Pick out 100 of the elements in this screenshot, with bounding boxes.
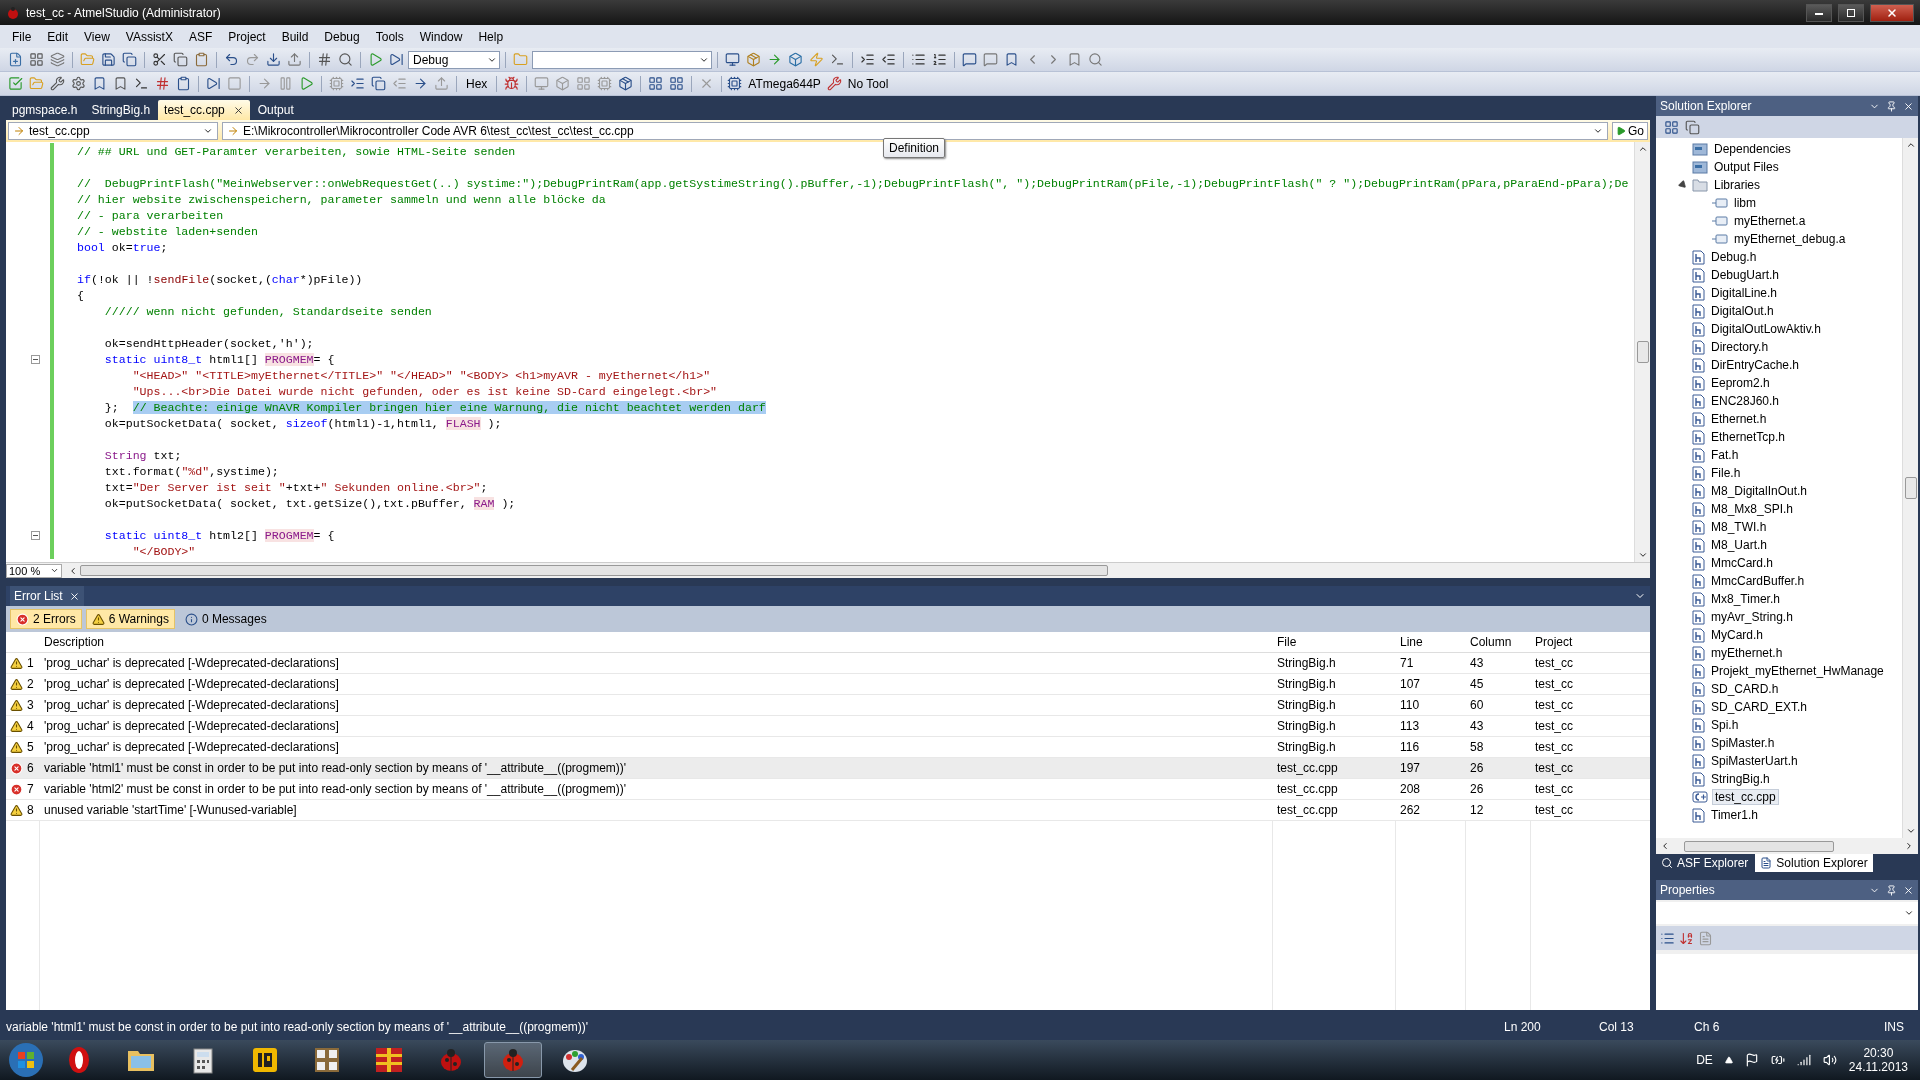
copy-icon[interactable] [173, 52, 188, 67]
menu-item[interactable]: Debug [316, 27, 368, 46]
collapse-icon[interactable] [30, 530, 40, 540]
menu-item[interactable]: View [76, 27, 118, 46]
bug-icon[interactable] [504, 76, 520, 91]
path-dropdown[interactable]: E:\Mikrocontroller\Mikrocontroller Code AVR 6\test_cc\test_cc\test_cc.cpp [222, 122, 1608, 140]
flag-icon[interactable] [1744, 1053, 1759, 1067]
close-icon[interactable] [1903, 884, 1914, 896]
collapse-icon[interactable] [30, 354, 40, 364]
tree-item[interactable]: myEthernet.h [1709, 646, 1785, 660]
save-icon[interactable] [101, 52, 116, 67]
maximize-icon[interactable] [1847, 8, 1855, 17]
tree-item[interactable]: DirEntryCache.h [1709, 358, 1802, 372]
document-tab[interactable]: pgmspace.h [6, 100, 84, 120]
tree-item[interactable]: myEthernet_debug.a [1732, 232, 1848, 246]
maximize-button[interactable] [1838, 3, 1864, 22]
column-header[interactable]: Description [40, 635, 1273, 649]
box-icon[interactable] [788, 52, 803, 67]
platform-dropdown[interactable] [532, 50, 712, 69]
scroll-down-icon[interactable] [1905, 826, 1916, 836]
error-row[interactable]: 6 variable 'html1' must be const in order to be put into read-only section by means of '__attribute__((progmem))' test_cc.cpp 197 26 test_cc [6, 758, 1650, 779]
indent-icon[interactable] [350, 76, 365, 91]
bookmark-icon[interactable] [1004, 52, 1019, 67]
grid-icon[interactable] [29, 52, 44, 67]
close-icon[interactable] [1886, 6, 1898, 19]
numbered-list-icon[interactable] [932, 52, 947, 67]
archive-icon[interactable] [374, 1046, 404, 1074]
clock-time[interactable]: 20:30 [1863, 1046, 1894, 1060]
tree-item[interactable]: DigitalOut.h [1709, 304, 1776, 318]
clipboard-icon[interactable] [194, 52, 209, 67]
tree-item[interactable]: MmcCard.h [1709, 556, 1775, 570]
tree-item[interactable]: MmcCardBuffer.h [1709, 574, 1807, 588]
tree-item[interactable]: SD_CARD_EXT.h [1709, 700, 1810, 714]
comment-icon[interactable] [983, 52, 998, 67]
package-icon[interactable] [746, 52, 761, 67]
column-header[interactable]: Line [1396, 635, 1466, 649]
scroll-left-icon[interactable] [1660, 841, 1670, 851]
bookmark-icon[interactable] [92, 76, 107, 91]
volume-icon[interactable] [1822, 1053, 1837, 1067]
go-button[interactable]: Go [1612, 122, 1648, 140]
scroll-up-icon[interactable] [1905, 140, 1916, 150]
search-icon[interactable] [1661, 857, 1673, 869]
menu-item[interactable]: Build [273, 27, 317, 46]
tree-item[interactable]: Dependencies [1712, 142, 1793, 156]
configuration-dropdown[interactable]: Debug [408, 50, 500, 69]
power-icon[interactable] [1770, 1053, 1785, 1067]
scroll-thumb[interactable] [1684, 840, 1834, 852]
list-icon[interactable] [911, 52, 926, 67]
tree-item[interactable]: SpiMaster.h [1709, 736, 1777, 750]
tool-label[interactable]: No Tool [843, 76, 893, 91]
tree-item[interactable]: Projekt_myEthernet_HwManage [1709, 664, 1886, 678]
tree-item[interactable]: Fat.h [1709, 448, 1741, 462]
column-header[interactable]: Project [1531, 635, 1650, 649]
tree-item[interactable]: M8_Mx8_SPI.h [1709, 502, 1796, 516]
layers-icon[interactable] [50, 52, 65, 67]
comment-icon[interactable] [962, 52, 977, 67]
vertical-scrollbar[interactable] [1634, 142, 1650, 562]
tree-item[interactable]: DigitalLine.h [1709, 286, 1780, 300]
wrench-icon[interactable] [50, 76, 65, 91]
scissors-icon[interactable] [152, 52, 167, 67]
document-tab[interactable]: StringBig.h [85, 100, 157, 120]
minimize-button[interactable] [1806, 3, 1832, 22]
tree-item[interactable]: test_cc.cpp [1712, 789, 1779, 805]
chip-icon[interactable] [727, 76, 743, 91]
grid-icon[interactable] [669, 76, 685, 91]
hex-toggle[interactable]: Hex [462, 76, 492, 91]
zoom-dropdown[interactable]: 100 % [6, 563, 62, 578]
package-icon[interactable] [618, 76, 634, 91]
tree-item[interactable]: Mx8_Timer.h [1709, 592, 1782, 606]
clock-date[interactable]: 24.11.2013 [1848, 1060, 1908, 1074]
menu-item[interactable]: File [4, 27, 40, 46]
tree-item[interactable]: ENC28J60.h [1709, 394, 1782, 408]
new-file-icon[interactable] [8, 52, 23, 67]
hash-icon[interactable] [155, 76, 170, 91]
outdent-icon[interactable] [881, 52, 896, 67]
app-icon[interactable] [252, 1047, 278, 1073]
tree-item[interactable]: M8_DigitalInOut.h [1709, 484, 1810, 498]
tree-item[interactable]: SD_CARD.h [1709, 682, 1781, 696]
tree-item[interactable]: MyCard.h [1709, 628, 1765, 642]
filter-button[interactable]: 2 Errors [10, 609, 82, 629]
upload-icon[interactable] [287, 52, 302, 67]
tree-item[interactable]: Ethernet.h [1709, 412, 1769, 426]
close-button[interactable] [1870, 3, 1914, 22]
tree-item[interactable]: SpiMasterUart.h [1709, 754, 1800, 768]
pin-icon[interactable] [1886, 100, 1897, 112]
tree-item[interactable]: myAvr_String.h [1709, 610, 1795, 624]
scroll-thumb[interactable] [1904, 477, 1917, 499]
tree-item[interactable]: EthernetTcp.h [1709, 430, 1788, 444]
close-icon[interactable] [232, 104, 244, 116]
panel-tab[interactable]: Solution Explorer [1755, 854, 1873, 872]
grid-icon[interactable] [648, 76, 664, 91]
categorized-icon[interactable] [1660, 930, 1675, 946]
tree-item[interactable]: myEthernet.a [1732, 214, 1808, 228]
arrow-icon[interactable] [767, 52, 782, 67]
terminal-icon[interactable] [134, 76, 149, 91]
scroll-left-icon[interactable] [68, 565, 78, 576]
pin-icon[interactable] [1886, 884, 1897, 896]
panel-tab[interactable]: ASF Explorer [1656, 854, 1754, 872]
horizontal-scrollbar[interactable] [1656, 838, 1918, 854]
menu-item[interactable]: Window [411, 27, 471, 46]
